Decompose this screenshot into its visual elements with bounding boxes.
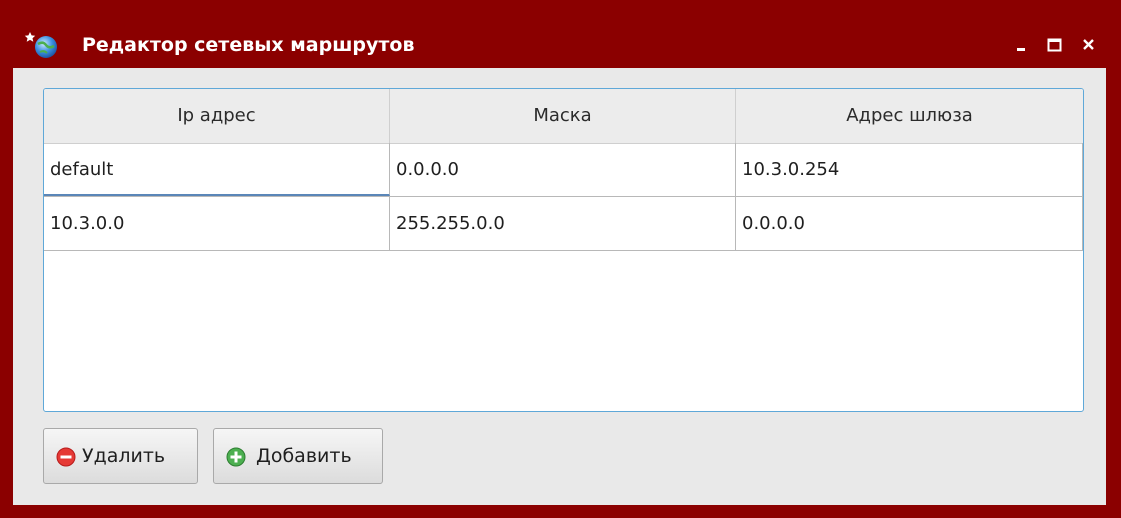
add-icon: [226, 447, 246, 467]
cell-gateway[interactable]: 0.0.0.0: [736, 197, 1083, 250]
delete-button-label: Удалить: [82, 445, 166, 467]
table-row[interactable]: 10.3.0.0 255.255.0.0 0.0.0.0: [44, 197, 1083, 251]
globe-star-icon: [24, 30, 66, 60]
window-title: Редактор сетевых маршрутов: [82, 34, 415, 56]
minimize-icon: [1008, 30, 1038, 60]
column-header-mask[interactable]: Маска: [390, 89, 736, 143]
cell-ip[interactable]: 10.3.0.0: [44, 197, 390, 250]
close-icon: [1074, 30, 1104, 60]
add-button-label: Добавить: [256, 445, 352, 467]
column-header-ip[interactable]: Ip адрес: [44, 89, 390, 143]
remove-icon: [56, 447, 76, 467]
route-editor-window: Редактор сетевых маршрутов Ip адрес Маск…: [0, 0, 1121, 518]
cell-mask[interactable]: 0.0.0.0: [390, 143, 736, 196]
delete-button[interactable]: Удалить: [43, 428, 198, 484]
routes-table[interactable]: Ip адрес Маска Адрес шлюза default 0.0.0…: [43, 88, 1084, 412]
cell-gateway[interactable]: 10.3.0.254: [736, 143, 1083, 196]
close-button[interactable]: [1074, 30, 1104, 60]
cell-mask[interactable]: 255.255.0.0: [390, 197, 736, 250]
table-header: Ip адрес Маска Адрес шлюза: [44, 89, 1083, 144]
cell-ip[interactable]: default: [44, 143, 390, 196]
column-header-gateway[interactable]: Адрес шлюза: [736, 89, 1083, 143]
title-bar[interactable]: Редактор сетевых маршрутов: [0, 0, 1121, 68]
maximize-icon: [1040, 30, 1070, 60]
minimize-button[interactable]: [1008, 30, 1038, 60]
table-row[interactable]: default 0.0.0.0 10.3.0.254: [44, 143, 1083, 197]
window-content: Ip адрес Маска Адрес шлюза default 0.0.0…: [13, 68, 1106, 505]
add-button[interactable]: Добавить: [213, 428, 383, 484]
maximize-button[interactable]: [1040, 30, 1070, 60]
